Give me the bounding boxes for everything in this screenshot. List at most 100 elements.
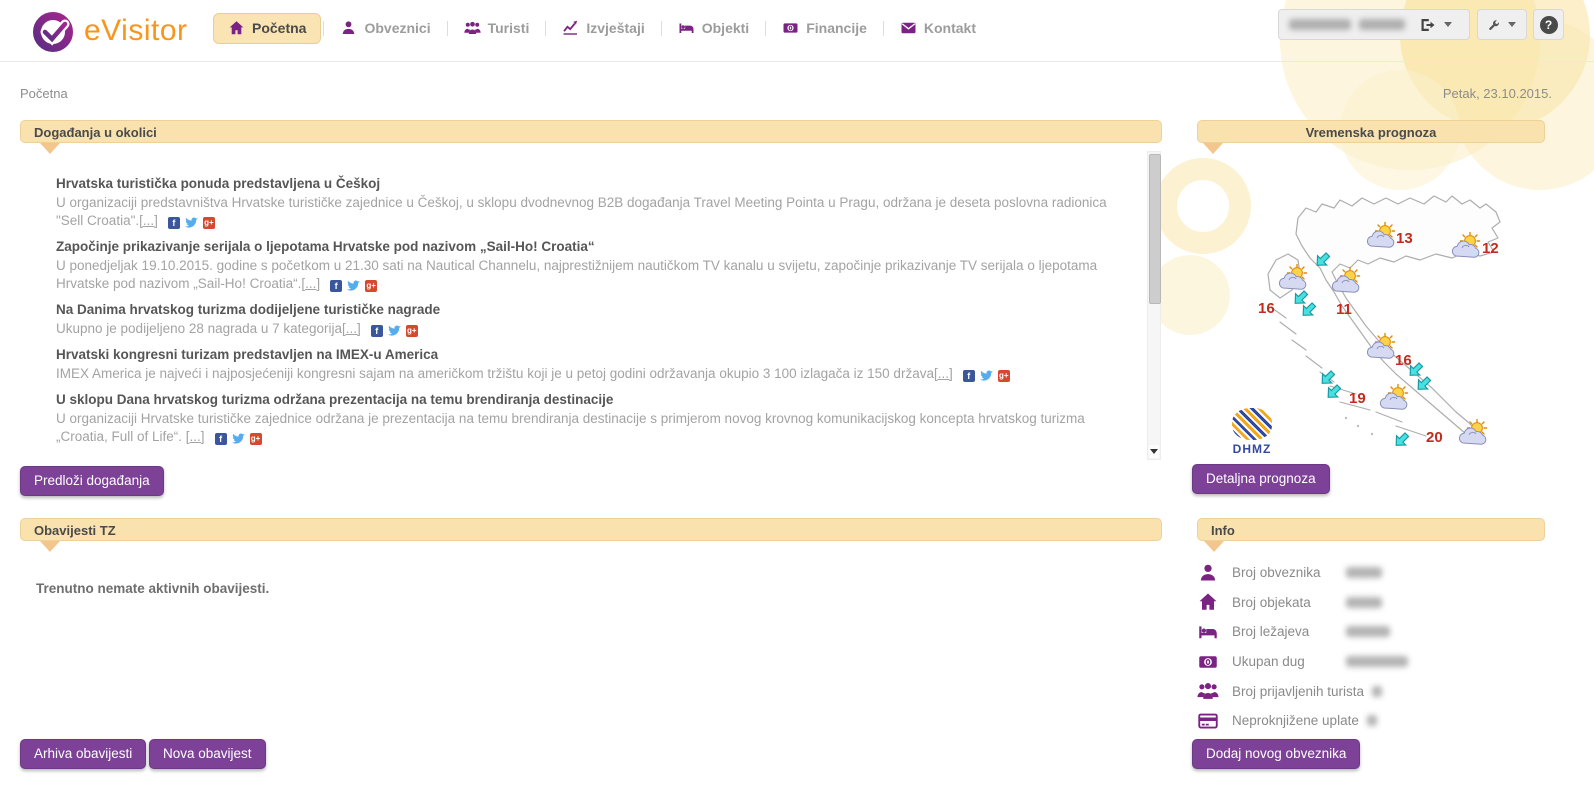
googleplus-icon[interactable]: g+ — [365, 280, 377, 292]
info-label: Broj obveznika — [1232, 565, 1346, 580]
news-text: U organizaciji Hrvatske turističke zajed… — [56, 411, 1085, 444]
wrench-icon — [1488, 17, 1500, 33]
nav-label: Turisti — [488, 20, 530, 36]
info-panel-header: Info — [1197, 518, 1545, 541]
info-row: Broj ležajeva — [1197, 617, 1545, 647]
temperature-label: 20 — [1426, 429, 1443, 446]
person-icon — [340, 20, 357, 36]
breadcrumb[interactable]: Početna — [20, 86, 68, 101]
info-label: Neproknjižene uplate — [1232, 713, 1367, 728]
temperature-label: 16 — [1395, 352, 1412, 369]
arrow-down-icon — [1150, 449, 1158, 458]
people-icon — [1197, 681, 1219, 701]
temperature-label: 11 — [1336, 301, 1352, 318]
nav-item-izvjestaji[interactable]: Izvještaji — [548, 14, 658, 43]
news-more-link[interactable]: [...] — [301, 276, 320, 291]
news-more-link[interactable]: [...] — [934, 366, 953, 381]
nav-item-pocetna[interactable]: Početna — [213, 13, 321, 44]
news-title[interactable]: Hrvatski kongresni turizam predstavljen … — [56, 347, 1110, 362]
detailed-forecast-button[interactable]: Detaljna prognoza — [1192, 464, 1330, 494]
scrollbar-down-button[interactable] — [1149, 445, 1159, 458]
googleplus-icon[interactable]: g+ — [406, 325, 418, 337]
news-title[interactable]: Na Danima hrvatskog turizma dodijeljene … — [56, 302, 1110, 317]
nav-item-financije[interactable]: Financije — [768, 14, 881, 43]
googleplus-icon[interactable]: g+ — [203, 217, 215, 229]
info-row: Broj objekata — [1197, 588, 1545, 618]
top-bar: eVisitor Početna Obveznici Turisti — [0, 0, 1594, 62]
add-new-obligor-button[interactable]: Dodaj novog obveznika — [1192, 739, 1360, 769]
events-scrollbar[interactable] — [1147, 151, 1161, 460]
info-label: Broj prijavljenih turista — [1232, 684, 1372, 699]
twitter-icon[interactable] — [185, 217, 198, 229]
banknote-icon — [782, 20, 799, 36]
redacted-value — [1346, 597, 1382, 608]
facebook-icon[interactable]: f — [371, 325, 383, 337]
share-icons: f g+ — [168, 217, 215, 229]
news-more-link[interactable]: [...] — [342, 321, 361, 336]
facebook-icon[interactable]: f — [963, 370, 975, 382]
settings-menu-button[interactable] — [1477, 9, 1527, 40]
wind-arrow-icon — [1324, 382, 1344, 402]
evisitor-logo[interactable]: eVisitor — [30, 8, 188, 54]
nav-item-turisti[interactable]: Turisti — [450, 14, 544, 43]
googleplus-icon[interactable]: g+ — [250, 433, 262, 445]
nav-separator — [765, 21, 766, 36]
redacted-value — [1346, 656, 1408, 667]
news-item: Na Danima hrvatskog turizma dodijeljene … — [56, 302, 1110, 338]
suggest-events-button[interactable]: Predloži događanja — [20, 466, 164, 496]
new-notice-button[interactable]: Nova obavijest — [149, 739, 266, 769]
weather-map: 13 12 16 11 16 19 20 DHMZ — [1196, 150, 1546, 455]
twitter-icon[interactable] — [980, 370, 993, 382]
nav-separator — [883, 21, 884, 36]
events-list: Hrvatska turistička ponuda predstavljena… — [20, 150, 1162, 462]
news-more-link[interactable]: [...] — [139, 213, 158, 228]
share-icons: f g+ — [330, 280, 377, 292]
wind-arrow-icon — [1318, 368, 1338, 388]
nav-item-obveznici[interactable]: Obveznici — [326, 14, 444, 43]
facebook-icon[interactable]: f — [168, 217, 180, 229]
user-menu-button[interactable] — [1278, 9, 1470, 40]
wind-arrow-icon — [1392, 430, 1412, 450]
notices-archive-button[interactable]: Arhiva obavijesti — [20, 739, 146, 769]
home-icon — [1197, 592, 1219, 612]
help-button[interactable]: ? — [1533, 9, 1564, 40]
nav-separator — [661, 21, 662, 36]
temperature-label: 13 — [1396, 230, 1413, 247]
nav-label: Objekti — [702, 20, 749, 36]
help-icon: ? — [1540, 16, 1558, 34]
nav-item-kontakt[interactable]: Kontakt — [886, 14, 990, 43]
info-stats: Broj obveznika Broj objekata Broj ležaje… — [1197, 558, 1545, 736]
news-title[interactable]: U sklopu Dana hrvatskog turizma održana … — [56, 392, 1110, 407]
nav-label: Kontakt — [924, 20, 976, 36]
person-icon — [1197, 563, 1219, 583]
dhmz-logo-text: DHMZ — [1226, 442, 1278, 456]
nav-separator — [447, 21, 448, 36]
nav-item-objekti[interactable]: Objekti — [664, 14, 763, 43]
temperature-label: 19 — [1349, 390, 1366, 407]
news-text: U ponedjeljak 19.10.2015. godine s počet… — [56, 258, 1097, 291]
news-title[interactable]: Započinje prikazivanje serijala o ljepot… — [56, 239, 1110, 254]
news-text: Ukupno je podijeljeno 28 nagrada u 7 kat… — [56, 321, 342, 336]
twitter-icon[interactable] — [388, 325, 401, 337]
googleplus-icon[interactable]: g+ — [998, 370, 1010, 382]
nav-label: Početna — [252, 20, 306, 36]
chart-icon — [562, 20, 579, 36]
facebook-icon[interactable]: f — [215, 433, 227, 445]
twitter-icon[interactable] — [347, 280, 360, 292]
scrollbar-thumb[interactable] — [1149, 154, 1161, 304]
nav-label: Izvještaji — [586, 20, 644, 36]
facebook-icon[interactable]: f — [330, 280, 342, 292]
temperature-label: 16 — [1258, 300, 1275, 317]
twitter-icon[interactable] — [232, 433, 245, 445]
temperature-label: 12 — [1482, 240, 1499, 257]
news-more-link[interactable]: [...] — [186, 429, 205, 444]
redacted-value — [1367, 715, 1377, 726]
news-title[interactable]: Hrvatska turistička ponuda predstavljena… — [56, 176, 1110, 191]
news-item: Započinje prikazivanje serijala o ljepot… — [56, 239, 1110, 293]
envelope-icon — [900, 20, 917, 36]
evisitor-logo-icon — [30, 8, 76, 54]
people-icon — [464, 20, 481, 36]
events-panel-header: Događanja u okolici — [20, 120, 1162, 143]
dhmz-emblem-icon — [1232, 408, 1272, 440]
nav-label: Obveznici — [364, 20, 430, 36]
